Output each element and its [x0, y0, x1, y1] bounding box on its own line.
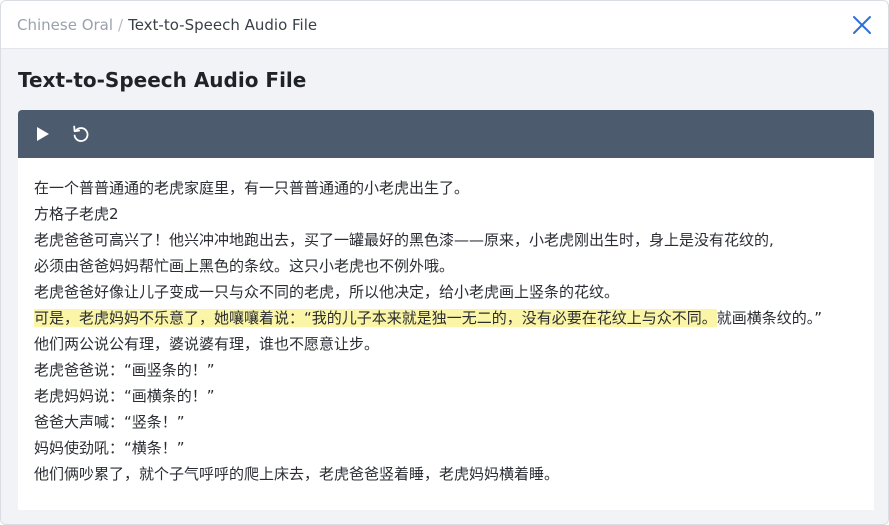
breadcrumb-separator: / [118, 16, 124, 34]
breadcrumb: Chinese Oral / Text-to-Speech Audio File [17, 15, 317, 35]
close-icon [853, 16, 871, 34]
page-title: Text-to-Speech Audio File [18, 68, 307, 92]
breadcrumb-parent-link[interactable]: Chinese Oral [17, 16, 113, 34]
transcript-sentence: 就画横条纹的。” [716, 309, 823, 327]
transcript-line: 老虎妈妈说：“画横条的！” [34, 387, 215, 405]
transcript-line: 他们两公说公有理，婆说婆有理，谁也不愿意让步。 [34, 335, 380, 353]
play-icon [37, 127, 49, 141]
replay-icon [73, 125, 89, 142]
transcript-line: 必须由爸爸妈妈帮忙画上黑色的条纹。这只小老虎也不例外哦。 [34, 257, 455, 275]
transcript-line: 妈妈使劲吼：“横条！” [34, 439, 185, 457]
modal-footer-space [1, 510, 888, 524]
transcript-line: 他们俩吵累了，就个子气呼呼的爬上床去，老虎爸爸竖着睡，老虎妈妈横着睡。 [34, 465, 560, 483]
play-button[interactable] [31, 122, 55, 146]
transcript-line-current: 可是，老虎妈妈不乐意了，她嚷嚷着说：“我的儿子本来就是独一无二的，没有必要在花纹… [34, 305, 860, 331]
transcript-line: 方格子老虎2 [34, 205, 119, 223]
transcript-line: 老虎爸爸说：“画竖条的！” [34, 361, 215, 379]
transcript-text: 在一个普普通通的老虎家庭里，有一只普普通通的小老虎出生了。 方格子老虎2 老虎爸… [18, 158, 874, 510]
transcript-line: 爸爸大声喊：“竖条！” [34, 413, 185, 431]
highlighted-sentence: 可是，老虎妈妈不乐意了，她嚷嚷着说：“我的儿子本来就是独一无二的，没有必要在花纹… [34, 309, 717, 327]
tts-modal: Chinese Oral / Text-to-Speech Audio File T… [0, 0, 889, 525]
close-button[interactable] [850, 13, 874, 37]
transcript-line: 老虎爸爸好像让儿子变成一只与众不同的老虎，所以他决定，给小老虎画上竖条的花纹。 [34, 283, 620, 301]
replay-button[interactable] [69, 122, 93, 146]
modal-header: Chinese Oral / Text-to-Speech Audio File [1, 1, 888, 49]
transcript-line: 老虎爸爸可高兴了！他兴冲冲地跑出去，买了一罐最好的黑色漆——原来，小老虎刚出生时… [34, 231, 774, 249]
transcript-line: 在一个普普通通的老虎家庭里，有一只普普通通的小老虎出生了。 [34, 179, 470, 197]
audio-player-bar [18, 110, 874, 158]
breadcrumb-current: Text-to-Speech Audio File [128, 16, 318, 34]
